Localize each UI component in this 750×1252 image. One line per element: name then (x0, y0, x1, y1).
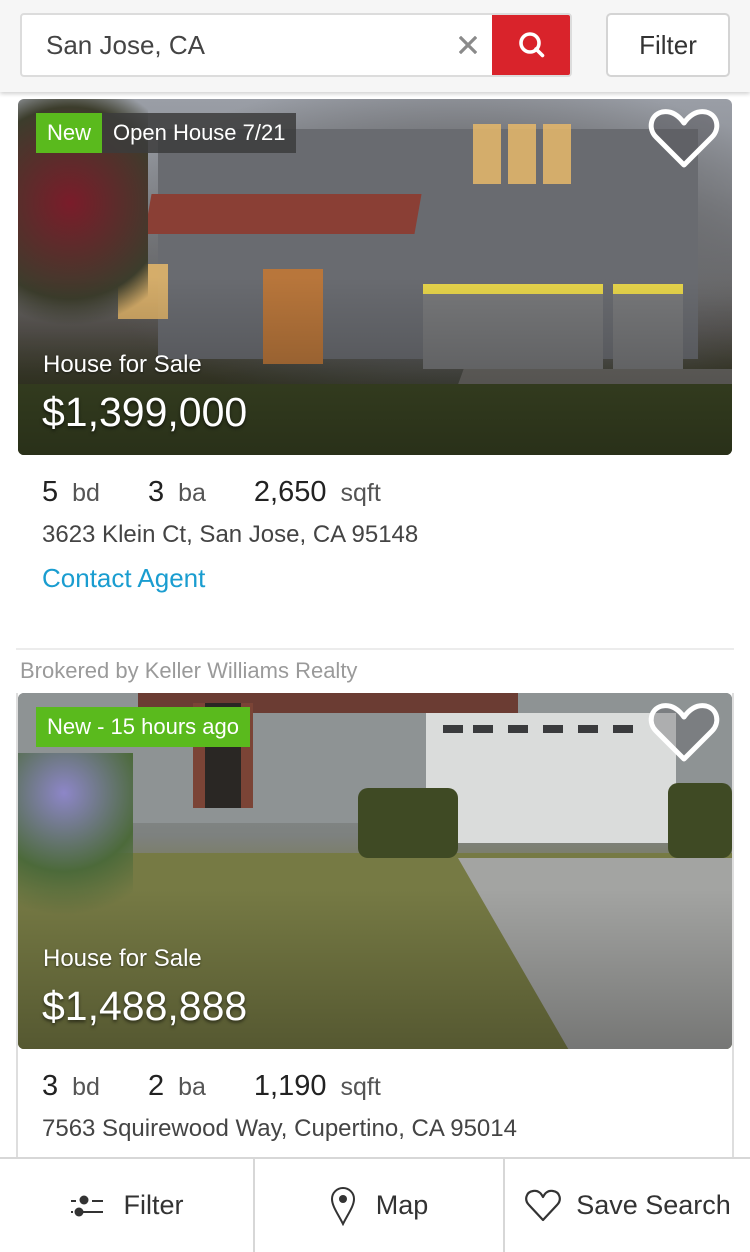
search-header: Filter (0, 0, 750, 92)
favorite-button[interactable] (646, 699, 722, 767)
clear-search-button[interactable] (442, 15, 494, 75)
sliders-icon (70, 1193, 104, 1219)
listing-badges: New Open House 7/21 (36, 113, 297, 153)
nav-filter-label: Filter (123, 1190, 184, 1220)
search-input[interactable] (22, 15, 442, 75)
open-house-badge: Open House 7/21 (102, 113, 297, 153)
filter-button[interactable]: Filter (606, 13, 730, 77)
listing-price: $1,399,000 (42, 389, 248, 435)
nav-save-search-label: Save Search (576, 1190, 731, 1220)
search-icon (519, 32, 545, 58)
new-badge: New - 15 hours ago (36, 707, 250, 747)
baths-unit: ba (178, 1073, 206, 1101)
heart-outline-icon (648, 109, 720, 168)
search-box (20, 13, 572, 77)
listing-photo[interactable]: New - 15 hours ago House for Sale $1,488… (18, 693, 732, 1049)
map-pin-icon (330, 1186, 356, 1226)
contact-agent-link[interactable]: Contact Agent (42, 563, 205, 594)
brokered-by-text: Brokered by Keller Williams Realty (20, 658, 358, 683)
listing-address[interactable]: 3623 Klein Ct, San Jose, CA 95148 (42, 521, 418, 549)
beds-unit: bd (72, 479, 100, 507)
baths-count: 3 (147, 476, 165, 508)
search-button[interactable] (492, 15, 570, 75)
listing-badges: New - 15 hours ago (36, 707, 250, 747)
nav-save-search-button[interactable]: Save Search (503, 1159, 750, 1252)
bottom-nav: Filter Map Save Search (0, 1157, 750, 1252)
nav-map-button[interactable]: Map (253, 1159, 503, 1252)
close-icon (459, 36, 477, 54)
new-badge: New (36, 113, 103, 153)
listing-specs: 3 bd 2 ba 1,190 sqft (42, 1070, 381, 1103)
heart-outline-icon (524, 1189, 562, 1223)
card-border (732, 693, 734, 1163)
baths-unit: ba (178, 479, 206, 507)
beds-count: 5 (42, 476, 59, 508)
listing-specs: 5 bd 3 ba 2,650 sqft (42, 476, 381, 509)
listing-price: $1,488,888 (42, 983, 248, 1029)
listing-divider (16, 648, 734, 650)
baths-count: 2 (147, 1070, 165, 1102)
favorite-button[interactable] (646, 105, 722, 173)
property-type: House for Sale (43, 351, 202, 378)
heart-outline-icon (648, 703, 720, 762)
property-type: House for Sale (43, 945, 202, 972)
sqft-unit: sqft (340, 479, 381, 507)
sqft-unit: sqft (340, 1073, 381, 1101)
listing-address[interactable]: 7563 Squirewood Way, Cupertino, CA 95014 (42, 1115, 517, 1143)
nav-filter-button[interactable]: Filter (0, 1159, 253, 1252)
sqft-count: 2,650 (253, 476, 327, 508)
sqft-count: 1,190 (253, 1070, 327, 1102)
beds-unit: bd (72, 1073, 100, 1101)
nav-map-label: Map (375, 1190, 429, 1220)
beds-count: 3 (42, 1070, 59, 1102)
listing-photo[interactable]: New Open House 7/21 House for Sale $1,39… (18, 99, 732, 455)
